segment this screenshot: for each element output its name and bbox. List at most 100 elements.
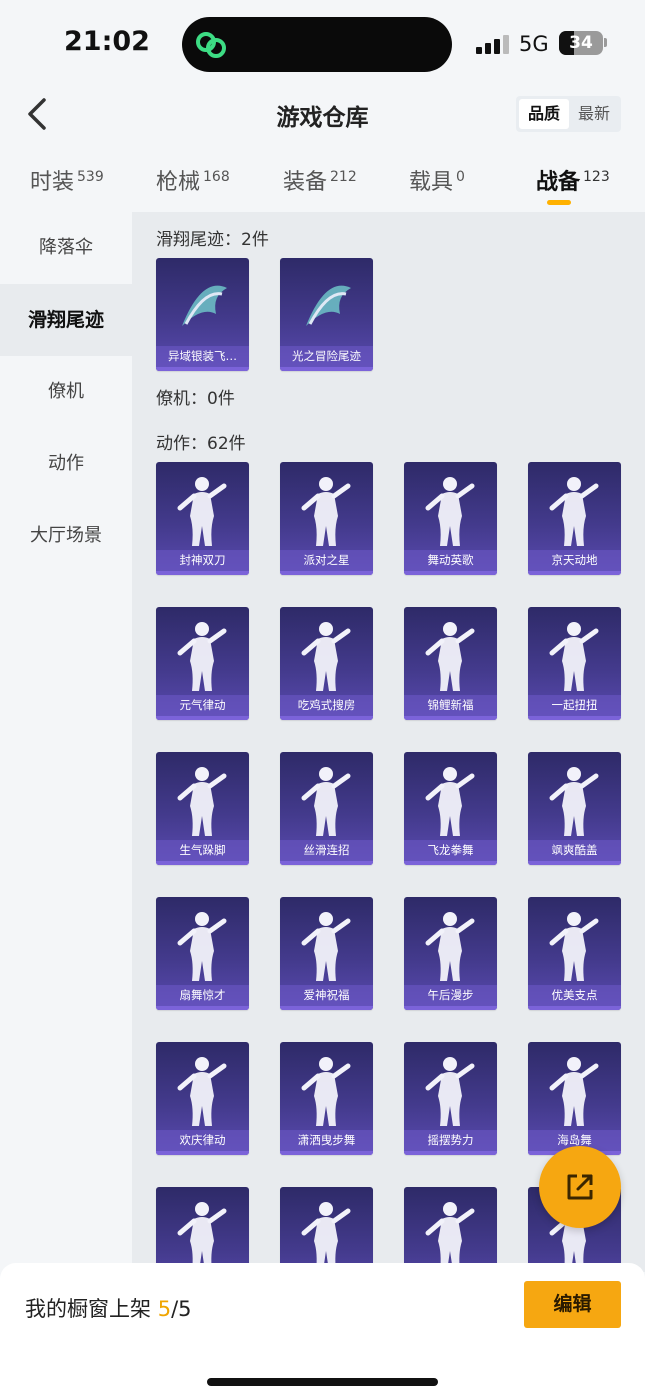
battery-cap: [604, 38, 607, 47]
inventory-grid: 滑翔尾迹：2件 僚机：0件 动作：62件 异域银装飞… 光之冒险尾迹封神双刀 派对之…: [132, 212, 645, 1272]
item-name: 异域银装飞…: [156, 346, 249, 367]
item-name: 潇洒曳步舞: [280, 1130, 373, 1151]
category-sidebar: 降落伞 滑翔尾迹 僚机 动作 大厅场景: [0, 212, 132, 1272]
item-thumbnail: [425, 767, 475, 836]
item-name: 光之冒险尾迹: [280, 346, 373, 367]
item-thumbnail: [177, 477, 227, 546]
item-name: 派对之星: [280, 550, 373, 571]
item-name: 飞龙拳舞: [404, 840, 497, 861]
item-thumbnail: [425, 1057, 475, 1126]
section-label-trail: 滑翔尾迹：2件: [156, 230, 269, 250]
item-card[interactable]: 摇摆势力: [404, 1042, 497, 1155]
item-thumbnail: [425, 1202, 475, 1271]
home-indicator: [207, 1378, 438, 1386]
item-name: 丝滑连招: [280, 840, 373, 861]
item-card[interactable]: 优美支点: [528, 897, 621, 1010]
tab-fashion[interactable]: 时装 539: [30, 164, 104, 196]
showcase-status: 我的橱窗上架 5/5: [25, 1297, 192, 1321]
item-card[interactable]: 午后漫步: [404, 897, 497, 1010]
item-name: 舞动英歌: [404, 550, 497, 571]
item-name: 生气跺脚: [156, 840, 249, 861]
item-thumbnail: [177, 767, 227, 836]
item-thumbnail: [301, 912, 351, 981]
item-name: 飒爽酷盖: [528, 840, 621, 861]
item-name: 优美支点: [528, 985, 621, 1006]
item-thumbnail: [549, 622, 599, 691]
item-card[interactable]: 光之冒险尾迹: [280, 258, 373, 371]
item-card[interactable]: 欢庆律动: [156, 1042, 249, 1155]
battery-level: 34: [569, 33, 593, 53]
item-card[interactable]: 舞动英歌: [404, 462, 497, 575]
item-name: 锦鲤新福: [404, 695, 497, 716]
sort-quality-button[interactable]: 品质: [519, 99, 569, 129]
item-thumbnail: [177, 622, 227, 691]
item-thumbnail: [301, 477, 351, 546]
item-thumbnail: [425, 622, 475, 691]
sort-newest-button[interactable]: 最新: [570, 99, 618, 129]
section-label-emote: 动作：62件: [156, 434, 246, 454]
item-thumbnail: [177, 912, 227, 981]
item-thumbnail: [549, 1057, 599, 1126]
item-thumbnail: [177, 1057, 227, 1126]
sidebar-item-lobby-scene[interactable]: 大厅场景: [0, 500, 132, 572]
section-label-wingman: 僚机：0件: [156, 389, 235, 409]
link-icon: [196, 32, 226, 58]
battery-icon: 34: [559, 31, 603, 55]
item-thumbnail: [177, 1202, 227, 1271]
item-thumbnail: [301, 1202, 351, 1271]
item-name: 爱神祝福: [280, 985, 373, 1006]
item-thumbnail: [301, 622, 351, 691]
item-card[interactable]: [404, 1187, 497, 1272]
sort-toggle: 品质 最新: [516, 96, 621, 132]
item-card[interactable]: 海岛舞: [528, 1042, 621, 1155]
item-card[interactable]: 一起扭扭: [528, 607, 621, 720]
item-card[interactable]: 派对之星: [280, 462, 373, 575]
item-name: 扇舞惊才: [156, 985, 249, 1006]
item-card[interactable]: 异域银装飞…: [156, 258, 249, 371]
item-name: 元气律动: [156, 695, 249, 716]
share-button[interactable]: [539, 1146, 621, 1228]
item-card[interactable]: [156, 1187, 249, 1272]
item-card[interactable]: 生气跺脚: [156, 752, 249, 865]
item-name: 京天动地: [528, 550, 621, 571]
item-thumbnail: [301, 767, 351, 836]
item-thumbnail: [425, 477, 475, 546]
item-card[interactable]: 锦鲤新福: [404, 607, 497, 720]
sidebar-item-parachute[interactable]: 降落伞: [0, 212, 132, 284]
item-card[interactable]: [280, 1187, 373, 1272]
tab-vehicles[interactable]: 载具 0: [409, 164, 465, 196]
tab-equipment[interactable]: 装备 212: [283, 164, 357, 196]
item-card[interactable]: 潇洒曳步舞: [280, 1042, 373, 1155]
item-card[interactable]: 扇舞惊才: [156, 897, 249, 1010]
item-card[interactable]: 京天动地: [528, 462, 621, 575]
active-tab-indicator: [547, 200, 571, 205]
item-name: 封神双刀: [156, 550, 249, 571]
share-external-icon: [567, 1174, 593, 1200]
edit-button[interactable]: 编辑: [524, 1281, 621, 1328]
sidebar-item-wingman[interactable]: 僚机: [0, 356, 132, 428]
item-card[interactable]: 丝滑连招: [280, 752, 373, 865]
item-name: 吃鸡式搜房: [280, 695, 373, 716]
bottom-bar: 我的橱窗上架 5/5 编辑: [0, 1263, 645, 1398]
item-card[interactable]: 元气律动: [156, 607, 249, 720]
item-card[interactable]: 飒爽酷盖: [528, 752, 621, 865]
item-thumbnail: [425, 912, 475, 981]
item-card[interactable]: 爱神祝福: [280, 897, 373, 1010]
item-name: 午后漫步: [404, 985, 497, 1006]
item-name: 摇摆势力: [404, 1130, 497, 1151]
item-thumbnail: [549, 912, 599, 981]
item-thumbnail: [306, 285, 351, 326]
item-card[interactable]: 飞龙拳舞: [404, 752, 497, 865]
tab-firearms[interactable]: 枪械 168: [156, 164, 230, 196]
sidebar-item-emote[interactable]: 动作: [0, 428, 132, 500]
item-thumbnail: [301, 1057, 351, 1126]
sidebar-item-glide-trail[interactable]: 滑翔尾迹: [0, 284, 132, 356]
item-name: 一起扭扭: [528, 695, 621, 716]
tab-combat-gear[interactable]: 战备 123: [536, 164, 610, 196]
item-card[interactable]: 吃鸡式搜房: [280, 607, 373, 720]
status-time: 21:02: [64, 26, 150, 57]
status-bar: 21:02 5G 34: [0, 0, 645, 90]
item-thumbnail: [549, 477, 599, 546]
item-card[interactable]: 封神双刀: [156, 462, 249, 575]
network-type: 5G: [519, 32, 549, 56]
